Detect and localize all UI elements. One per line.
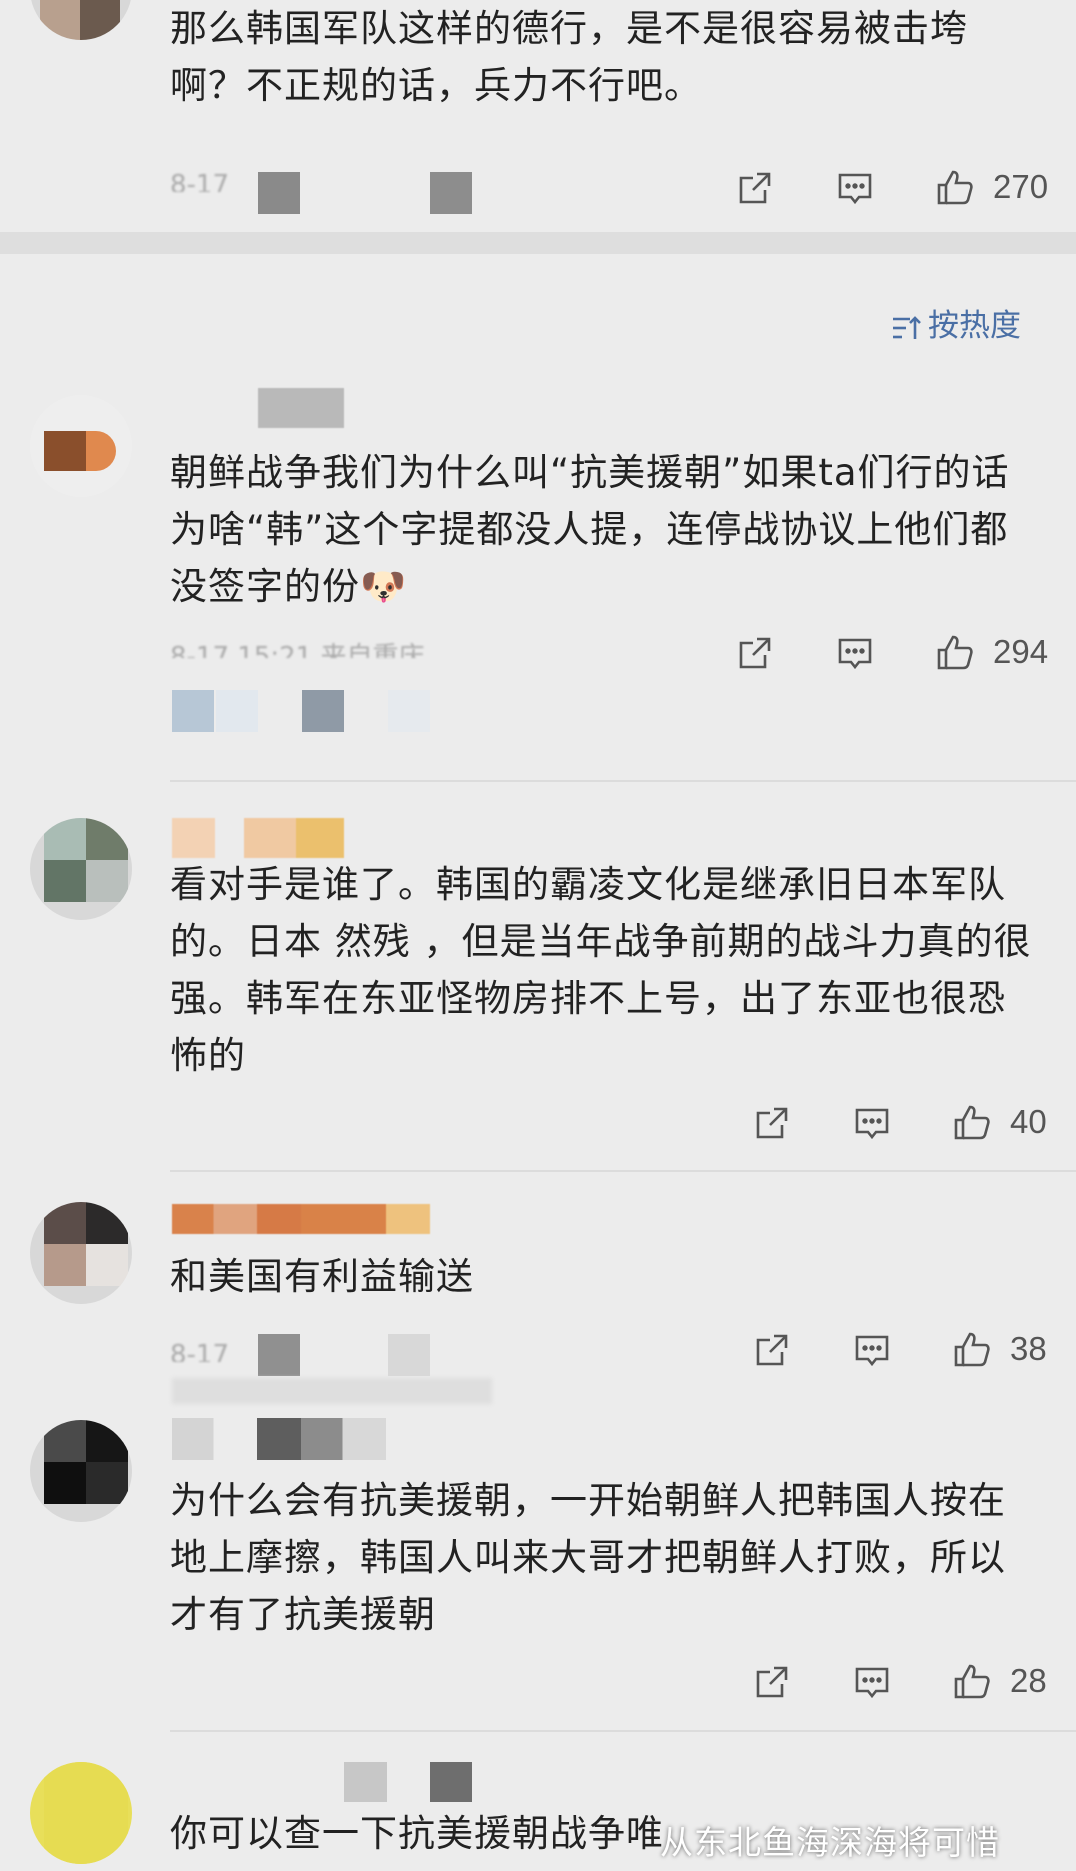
comment-time: 8-17	[170, 1340, 230, 1362]
sort-label: 按热度	[928, 308, 1021, 344]
comment-text: 看对手是谁了。韩国的霸凌文化是继承旧日本军队的。日本 然残 ，但是当年战争前期的…	[170, 863, 1032, 1077]
avatar[interactable]	[30, 395, 132, 497]
comment-text: 朝鲜战争我们为什么叫“抗美援朝”如果ta们行的话为啥“韩”这个字提都没人提，连停…	[170, 451, 1010, 608]
sort-icon	[893, 316, 921, 339]
like-count: 40	[1010, 1103, 1047, 1140]
comment-icon[interactable]	[835, 168, 875, 208]
comment-actions: 38	[752, 1322, 1076, 1378]
blur-patch	[258, 172, 300, 214]
sort-button[interactable]: 按热度	[890, 300, 1040, 352]
comment-actions: 270	[735, 160, 1076, 216]
section-divider	[0, 232, 1076, 254]
comment-actions: 28	[752, 1654, 1076, 1710]
username[interactable]	[172, 1204, 430, 1234]
comment-icon[interactable]	[852, 1103, 892, 1143]
avatar[interactable]	[30, 818, 132, 920]
like-icon[interactable]	[952, 1662, 992, 1702]
comment-text: 那么韩国军队这样的德行，是不是很容易被击垮啊？不正规的话，兵力不行吧。	[170, 7, 968, 107]
comment-divider	[170, 1730, 1076, 1732]
username[interactable]	[344, 1762, 430, 1802]
username[interactable]	[172, 818, 344, 858]
comment-icon[interactable]	[852, 1330, 892, 1370]
forward-icon[interactable]	[752, 1103, 792, 1143]
comment-time: 8-17 15:21 来自重庆	[170, 642, 425, 658]
like-icon[interactable]	[935, 633, 975, 673]
blur-patch	[172, 690, 214, 732]
like-icon[interactable]	[952, 1103, 992, 1143]
avatar[interactable]	[30, 0, 132, 40]
like-icon[interactable]	[952, 1330, 992, 1370]
blur-patch	[430, 172, 472, 214]
avatar[interactable]	[30, 1420, 132, 1522]
like-icon[interactable]	[935, 168, 975, 208]
watermark: 从东北鱼海深海将可惜	[660, 1823, 1000, 1862]
comment-text: 为什么会有抗美援朝，一开始朝鲜人把韩国人按在地上摩擦，韩国人叫来大哥才把朝鲜人打…	[170, 1479, 1006, 1636]
comment-divider	[170, 780, 1076, 782]
username[interactable]	[172, 1418, 430, 1460]
comment-time: 8-17	[170, 170, 230, 192]
like-count: 270	[993, 168, 1049, 205]
blur-patch	[172, 1378, 492, 1404]
forward-icon[interactable]	[752, 1662, 792, 1702]
like-count: 28	[1010, 1662, 1047, 1699]
comment-actions: 40	[752, 1095, 1076, 1151]
avatar[interactable]	[30, 1202, 132, 1304]
blur-patch	[388, 1334, 430, 1376]
blur-patch	[302, 690, 344, 732]
blur-patch	[258, 1334, 300, 1376]
forward-icon[interactable]	[752, 1330, 792, 1370]
comment-text: 和美国有利益输送	[170, 1255, 474, 1298]
blur-patch	[388, 690, 430, 732]
like-count: 294	[993, 633, 1049, 670]
comment-icon[interactable]	[835, 633, 875, 673]
blur-patch	[430, 1762, 472, 1802]
like-count: 38	[1010, 1330, 1047, 1367]
blur-patch	[216, 690, 258, 732]
comment-divider	[170, 1170, 1076, 1172]
comment-icon[interactable]	[852, 1662, 892, 1702]
forward-icon[interactable]	[735, 168, 775, 208]
comment-actions: 294	[735, 625, 1076, 681]
forward-icon[interactable]	[735, 633, 775, 673]
username[interactable]	[258, 388, 344, 428]
avatar[interactable]	[30, 1762, 132, 1864]
